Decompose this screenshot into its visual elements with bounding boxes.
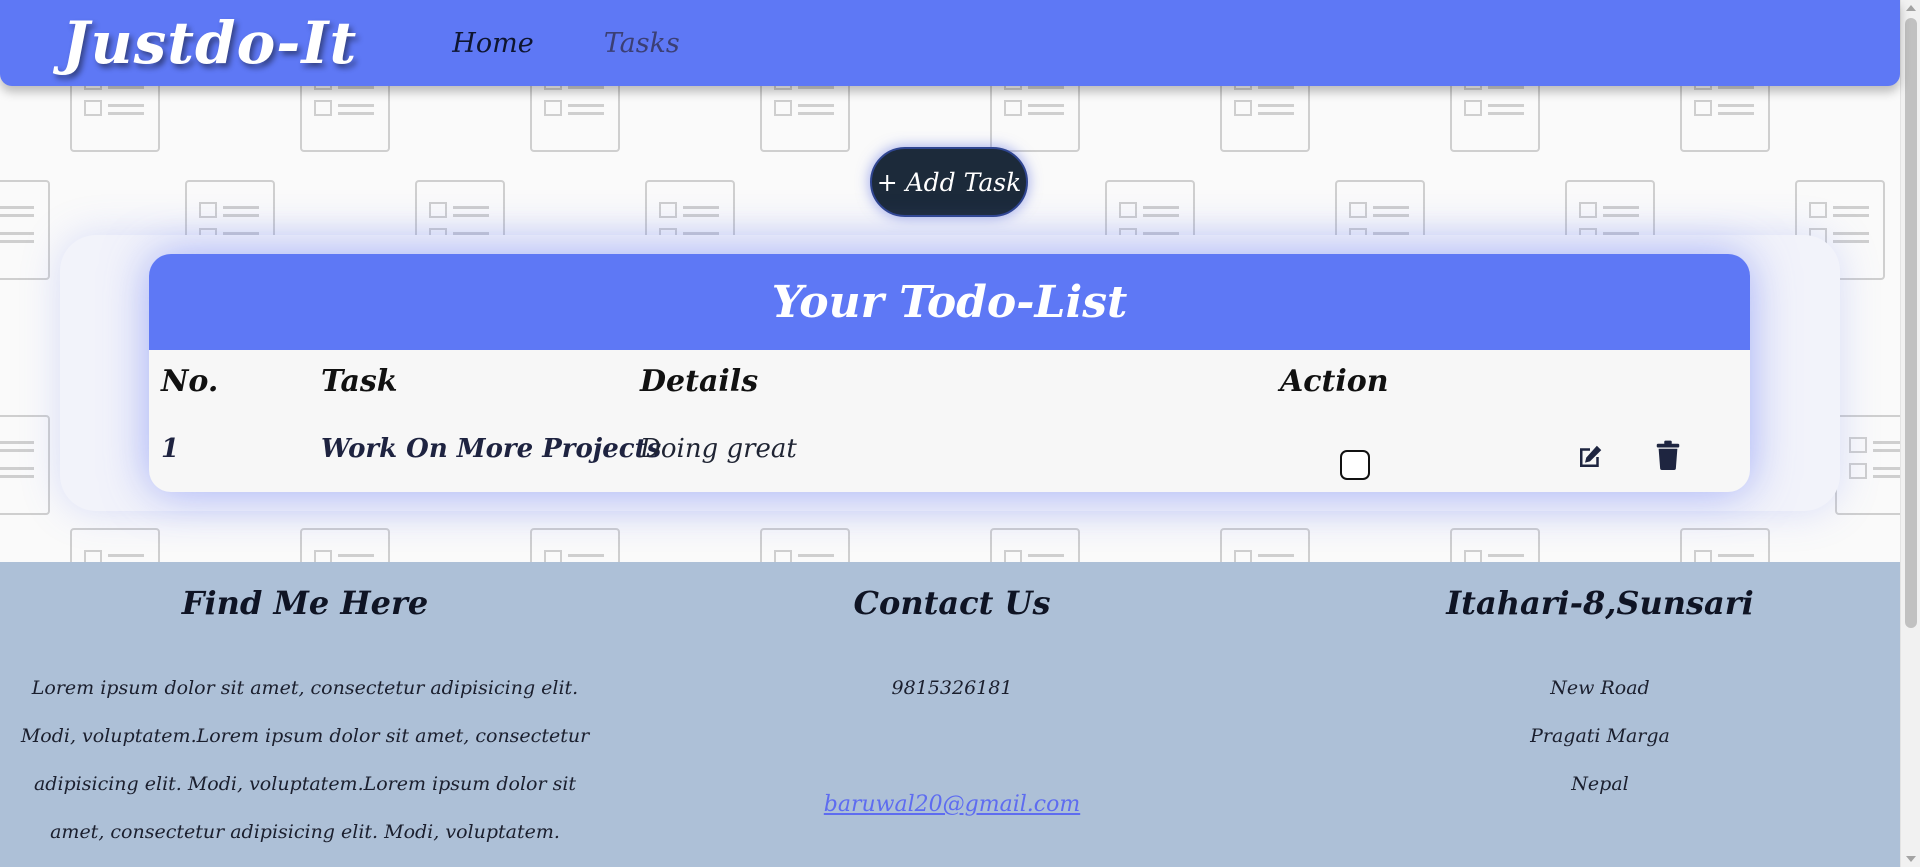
footer-address-line: Pragati Marga [1530, 725, 1670, 747]
document-icon [70, 528, 160, 562]
column-header-details: Details [640, 364, 759, 399]
document-icon [1220, 528, 1310, 562]
done-checkbox[interactable] [1340, 450, 1370, 480]
column-header-task: Task [321, 364, 398, 399]
document-icon [1835, 415, 1900, 515]
document-icon [0, 415, 50, 515]
todo-header: Your Todo-List [149, 254, 1750, 350]
document-icon [0, 180, 50, 280]
footer-heading-find-me: Find Me Here [181, 584, 429, 622]
trash-icon[interactable] [1655, 440, 1681, 474]
document-icon [530, 528, 620, 562]
document-icon [1680, 528, 1770, 562]
brand-logo[interactable]: Justdo-It [62, 9, 357, 77]
nav-link-home[interactable]: Home [452, 28, 533, 59]
footer-heading-contact: Contact Us [853, 584, 1051, 622]
row-details: Doing great [640, 434, 797, 464]
navbar: Justdo-It Home Tasks [0, 0, 1900, 86]
todo-table: Your Todo-List No. Task Details Action 1… [149, 254, 1750, 492]
row-task: Work On More Projects [321, 434, 662, 464]
footer-address-line: Nepal [1571, 773, 1629, 795]
footer-heading-address: Itahari-8,Sunsari [1446, 584, 1754, 622]
vertical-scrollbar[interactable] [1900, 0, 1920, 867]
row-number: 1 [161, 434, 180, 464]
document-icon [990, 528, 1080, 562]
column-header-action: Action [1280, 364, 1389, 399]
footer-email-link[interactable]: baruwal20@gmail.com [650, 792, 1254, 817]
column-header-no: No. [161, 364, 219, 399]
nav-link-tasks[interactable]: Tasks [604, 28, 680, 59]
add-task-button[interactable]: + Add Task [870, 147, 1028, 217]
document-icon [1450, 528, 1540, 562]
edit-icon[interactable] [1575, 442, 1605, 476]
scroll-down-icon[interactable] [1906, 856, 1916, 862]
document-icon [760, 528, 850, 562]
document-icon [300, 528, 390, 562]
todo-title: Your Todo-List [771, 276, 1128, 328]
footer: Find Me Here Lorem ipsum dolor sit amet,… [0, 562, 1900, 867]
scroll-up-icon[interactable] [1906, 5, 1916, 11]
scrollbar-thumb[interactable] [1905, 18, 1917, 628]
footer-phone: 9815326181 [891, 677, 1013, 699]
footer-about-text: Lorem ipsum dolor sit amet, consectetur … [20, 677, 590, 843]
footer-address-line: New Road [1550, 677, 1650, 699]
